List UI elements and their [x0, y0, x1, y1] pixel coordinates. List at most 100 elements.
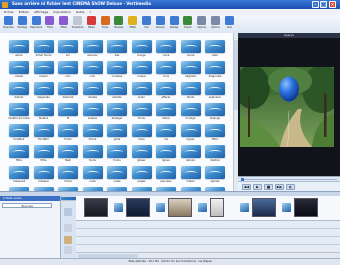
- transition-label: bouge: [137, 54, 146, 57]
- toolbar-button-7[interactable]: Fonds: [99, 16, 112, 32]
- transition-label: fil: [66, 117, 70, 120]
- transition-thumbnail: [58, 61, 78, 74]
- track-selector[interactable]: Tous les: [2, 203, 52, 208]
- timeline-transition[interactable]: [282, 203, 291, 212]
- transition-icon: [73, 16, 82, 25]
- transition-label: lignes: [162, 159, 170, 162]
- library-scroll-thumb[interactable]: [233, 40, 238, 110]
- transition-label: dégradé: [185, 75, 196, 78]
- track-header[interactable]: ▾ Piste vidéo: [0, 196, 60, 201]
- transition-thumbnail: [180, 82, 201, 95]
- help-icon: [224, 16, 234, 25]
- toolbar-button-8[interactable]: Musique: [112, 16, 125, 32]
- transition-thumbnail: [58, 124, 78, 137]
- toolbar-button-14[interactable]: Capture: [195, 16, 208, 32]
- transition-label: fondu: [113, 159, 121, 162]
- transition-label: effacer: [161, 96, 171, 99]
- timeline-clip[interactable]: [210, 198, 224, 217]
- background-icon: [100, 16, 110, 25]
- title-track-icon[interactable]: [64, 224, 72, 232]
- transition-label: filtre: [212, 138, 218, 141]
- transition-label: fenêtre: [38, 117, 49, 120]
- toolbar-button-1[interactable]: Montage: [16, 16, 29, 32]
- transition-label: panneau: [160, 180, 172, 183]
- voice-track-icon[interactable]: [64, 246, 72, 254]
- transition-thumbnail: [131, 166, 152, 179]
- transition-thumbnail: [205, 166, 225, 179]
- transition-label: explosion: [208, 96, 222, 99]
- toolbar-button-2[interactable]: Diaporama: [30, 16, 43, 32]
- transition-thumbnail: [82, 124, 103, 137]
- playback-button-1[interactable]: ▶: [253, 184, 262, 190]
- transition-label: diagonale: [208, 75, 222, 78]
- toolbar-button-label: Capture: [197, 26, 207, 29]
- toolbar-button-16[interactable]: Aide: [223, 16, 236, 32]
- transition-label: éclipse: [87, 117, 98, 120]
- transition-thumbnail: [82, 82, 103, 95]
- media-icon: [86, 16, 96, 25]
- timeline-clip[interactable]: [294, 198, 318, 217]
- transition-thumbnail: [58, 166, 78, 179]
- transition-thumbnail: [156, 82, 176, 95]
- transition-label: couper: [137, 75, 146, 78]
- window-title: Sans arrière ni fichier lent CINEMA ShOW…: [12, 1, 151, 6]
- transition-label: onde: [89, 180, 96, 183]
- transition-thumbnail: [58, 40, 78, 53]
- transition-label: losange: [209, 117, 221, 120]
- minimize-button[interactable]: –: [312, 1, 319, 8]
- timeline-clip[interactable]: [168, 198, 192, 217]
- toolbar-button-label: Gravure: [155, 26, 165, 29]
- timeline-transition[interactable]: [156, 203, 165, 212]
- transition-label: fondu: [64, 138, 72, 141]
- timeline-clip[interactable]: [126, 198, 150, 217]
- toolbar-button-0[interactable]: Projection: [2, 16, 15, 32]
- toolbar-button-12[interactable]: Partage: [168, 16, 181, 32]
- toolbar-button-3[interactable]: Titres: [43, 16, 56, 32]
- transition-label: aimer: [15, 54, 23, 57]
- transition-thumbnail: [180, 145, 201, 158]
- transition-label: cœur: [211, 54, 219, 57]
- playback-button-2[interactable]: ■: [264, 184, 273, 190]
- toolbar-button-label: Musique: [114, 26, 124, 29]
- transition-label: avancer: [87, 54, 98, 57]
- video-track-icon[interactable]: [64, 208, 72, 216]
- toolbar-button-5[interactable]: Transitions: [71, 16, 84, 32]
- transition-label: fondu: [88, 159, 97, 162]
- playback-button-0[interactable]: ◀◀: [242, 184, 251, 190]
- transition-label: bas: [114, 54, 120, 57]
- timeline-transition[interactable]: [240, 203, 249, 212]
- timeline-clip[interactable]: [84, 198, 108, 217]
- toolbar-button-13[interactable]: Export: [181, 16, 194, 32]
- toolbar-button-label: Partage: [169, 26, 179, 29]
- transition-label: rideau: [186, 180, 195, 183]
- toolbar-button-label: Options: [211, 26, 220, 29]
- toolbar-button-6[interactable]: Média: [85, 16, 98, 32]
- transition-label: fondNoir: [37, 138, 50, 141]
- transition-thumbnail: [58, 82, 78, 95]
- video-track[interactable]: [76, 196, 340, 221]
- maximize-button[interactable]: □: [320, 1, 327, 8]
- transition-thumbnail: [131, 40, 152, 53]
- slides-icon: [31, 16, 41, 25]
- transition-label: coin: [89, 75, 96, 78]
- toolbar-button-label: Effets: [129, 26, 136, 29]
- timeline-clip[interactable]: [252, 198, 276, 217]
- transition-thumbnail: [131, 103, 152, 116]
- toolbar-button-10[interactable]: Voix: [140, 16, 153, 32]
- toolbar-button-11[interactable]: Gravure: [154, 16, 167, 32]
- playback-button-3[interactable]: ▶▶: [275, 184, 284, 190]
- text-icon: [45, 16, 55, 25]
- timeline-transition[interactable]: [114, 203, 123, 212]
- playback-button-4[interactable]: ◐: [286, 184, 295, 190]
- transition-thumbnail: [107, 166, 127, 179]
- transition-label: hélice: [162, 117, 170, 120]
- transition-thumbnail: [180, 61, 201, 74]
- toolbar-button-15[interactable]: Options: [209, 16, 222, 32]
- toolbar-button-4[interactable]: Effets: [57, 16, 70, 32]
- toolbar-button-9[interactable]: Effets: [126, 16, 139, 32]
- timeline-transition[interactable]: [198, 203, 207, 212]
- music-track-icon[interactable]: [64, 236, 72, 244]
- transition-thumbnail: [58, 103, 78, 116]
- app-icon: [2, 1, 8, 8]
- close-button[interactable]: ×: [329, 1, 336, 8]
